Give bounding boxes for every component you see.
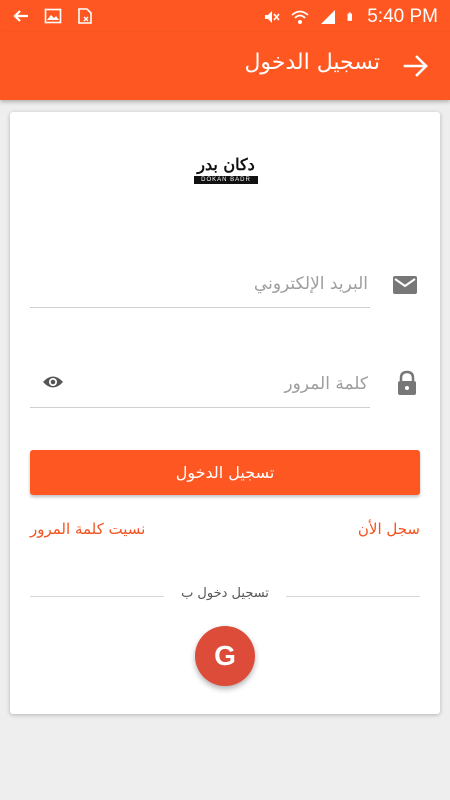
login-button[interactable]: تسجيل الدخول [30, 450, 420, 495]
mail-icon [393, 276, 417, 294]
image-icon [44, 8, 62, 24]
status-bar-right: 5:40 PM [263, 6, 438, 28]
signal-icon [321, 10, 336, 24]
dokan-badr-logo: دكان بدر DOKAN BADR [190, 156, 262, 186]
social-login-label: تسجيل دخول ب [181, 586, 269, 601]
eye-icon[interactable] [42, 374, 64, 390]
arrow-right-icon[interactable] [402, 52, 430, 80]
battery-icon [347, 12, 353, 21]
email-field-container [30, 262, 370, 308]
wifi-icon [291, 10, 309, 24]
login-card: دكان بدر DOKAN BADR تسجيل الدخول سجل الأ… [10, 112, 440, 714]
status-time: 5:40 PM [367, 6, 438, 27]
app-bar: تسجيل الدخول [0, 32, 450, 100]
document-icon [78, 8, 92, 24]
lock-icon [398, 370, 416, 395]
divider-left [30, 596, 164, 597]
password-field-container [30, 362, 370, 408]
google-icon: G [214, 640, 236, 671]
email-input[interactable] [30, 262, 370, 306]
logo-subtext: DOKAN BADR [194, 176, 258, 184]
divider-right [286, 596, 420, 597]
register-link[interactable]: سجل الأن [358, 520, 420, 538]
mute-icon [265, 11, 280, 23]
logo-text: دكان بدر [197, 155, 255, 174]
status-bar: 5:40 PM [0, 0, 450, 32]
forgot-password-link[interactable]: نسيت كلمة المرور [30, 520, 145, 538]
page-title: تسجيل الدخول [244, 50, 380, 75]
password-input[interactable] [30, 362, 370, 406]
back-arrow-icon [13, 10, 28, 22]
status-bar-left-icons [12, 8, 94, 24]
google-login-button[interactable]: G [195, 626, 255, 686]
